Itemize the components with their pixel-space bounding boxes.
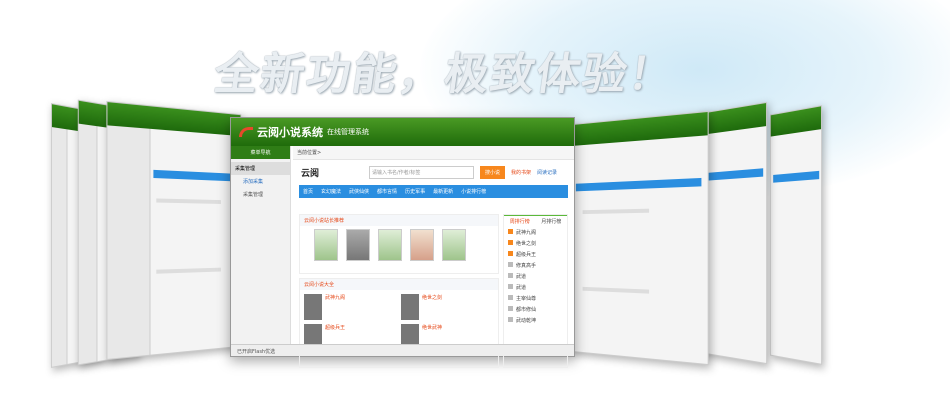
app-title: 云阅小说系统 <box>257 126 323 139</box>
book-cover[interactable] <box>314 229 338 261</box>
rank-item[interactable]: 武动乾坤 <box>504 315 567 326</box>
window-header: 云阅小说系统 在线管理系统 <box>231 118 574 146</box>
book-title: 武神九阁 <box>325 295 346 301</box>
bookshelf-link[interactable]: 我的书架 <box>511 169 531 176</box>
search-button[interactable]: 搜小说 <box>480 166 506 179</box>
rank-item[interactable]: 超级兵王 <box>504 249 567 260</box>
sidebar-item-manage[interactable]: 采集管理 <box>231 188 290 201</box>
rank-item[interactable]: 都市修仙 <box>504 304 567 315</box>
nav-item[interactable]: 历史军事 <box>405 188 425 195</box>
breadcrumb: 当前位置> <box>293 146 574 160</box>
history-link[interactable]: 阅读记录 <box>537 169 557 176</box>
tab-monthly[interactable]: 月排行榜 <box>535 215 567 227</box>
rank-item[interactable]: 武神九阁 <box>504 227 567 238</box>
sidebar-header: 菜单导航 <box>231 146 290 159</box>
main-screenshot-window: 云阅小说系统 在线管理系统 菜单导航 采集管理 添加采集 采集管理 当前位置> … <box>230 117 575 368</box>
site-logo[interactable]: 云阅 <box>301 166 351 179</box>
nav-item[interactable]: 武侠仙侠 <box>349 188 369 195</box>
nav-item[interactable]: 玄幻魔法 <box>321 188 341 195</box>
logo-icon <box>239 127 253 137</box>
rank-item[interactable]: 修真高手 <box>504 260 567 271</box>
main-content: 当前位置> 云阅 请输入书名/作者/标签 搜小说 我的书架 阅读记录 首页 玄幻… <box>293 146 574 368</box>
tab-weekly[interactable]: 周排行榜 <box>504 215 536 227</box>
nav-item[interactable]: 小说排行榜 <box>461 188 486 195</box>
nav-item[interactable]: 首页 <box>303 188 313 195</box>
book-title: 绝世之剑 <box>422 295 443 301</box>
section-title: 云阅小说大全 <box>300 279 498 290</box>
book-cover[interactable] <box>410 229 434 261</box>
nav-item[interactable]: 都市言情 <box>377 188 397 195</box>
sidebar: 菜单导航 采集管理 添加采集 采集管理 <box>231 146 291 344</box>
book-item[interactable]: 武神九阁 <box>304 294 397 320</box>
section-title: 云阅小说站长推荐 <box>300 215 498 226</box>
rank-item[interactable]: 武道 <box>504 282 567 293</box>
headline: 全新功能，极致体验！ <box>210 49 678 100</box>
search-input[interactable]: 请输入书名/作者/标签 <box>369 166 474 179</box>
book-cover[interactable] <box>346 229 370 261</box>
sidebar-item-add[interactable]: 添加采集 <box>231 175 290 188</box>
sidebar-group[interactable]: 采集管理 <box>231 162 290 175</box>
side-screenshot-right-3 <box>769 105 822 365</box>
side-screenshot-left-3 <box>106 100 242 361</box>
book-item[interactable]: 绝世之剑 <box>401 294 494 320</box>
nav-bar: 首页 玄幻魔法 武侠仙侠 都市言情 历史军事 最新更新 小说排行榜 <box>299 185 568 198</box>
rank-item[interactable]: 主宰仙尊 <box>504 293 567 304</box>
rank-item[interactable]: 绝世之剑 <box>504 238 567 249</box>
book-cover[interactable] <box>442 229 466 261</box>
app-subtitle: 在线管理系统 <box>327 128 369 136</box>
side-screenshot-right-1 <box>569 110 709 366</box>
recommend-section: 云阅小说站长推荐 <box>299 214 499 274</box>
nav-item[interactable]: 最新更新 <box>433 188 453 195</box>
book-cover[interactable] <box>378 229 402 261</box>
rank-item[interactable]: 武道 <box>504 271 567 282</box>
status-bar: 已开启Flash优选 <box>231 344 574 356</box>
